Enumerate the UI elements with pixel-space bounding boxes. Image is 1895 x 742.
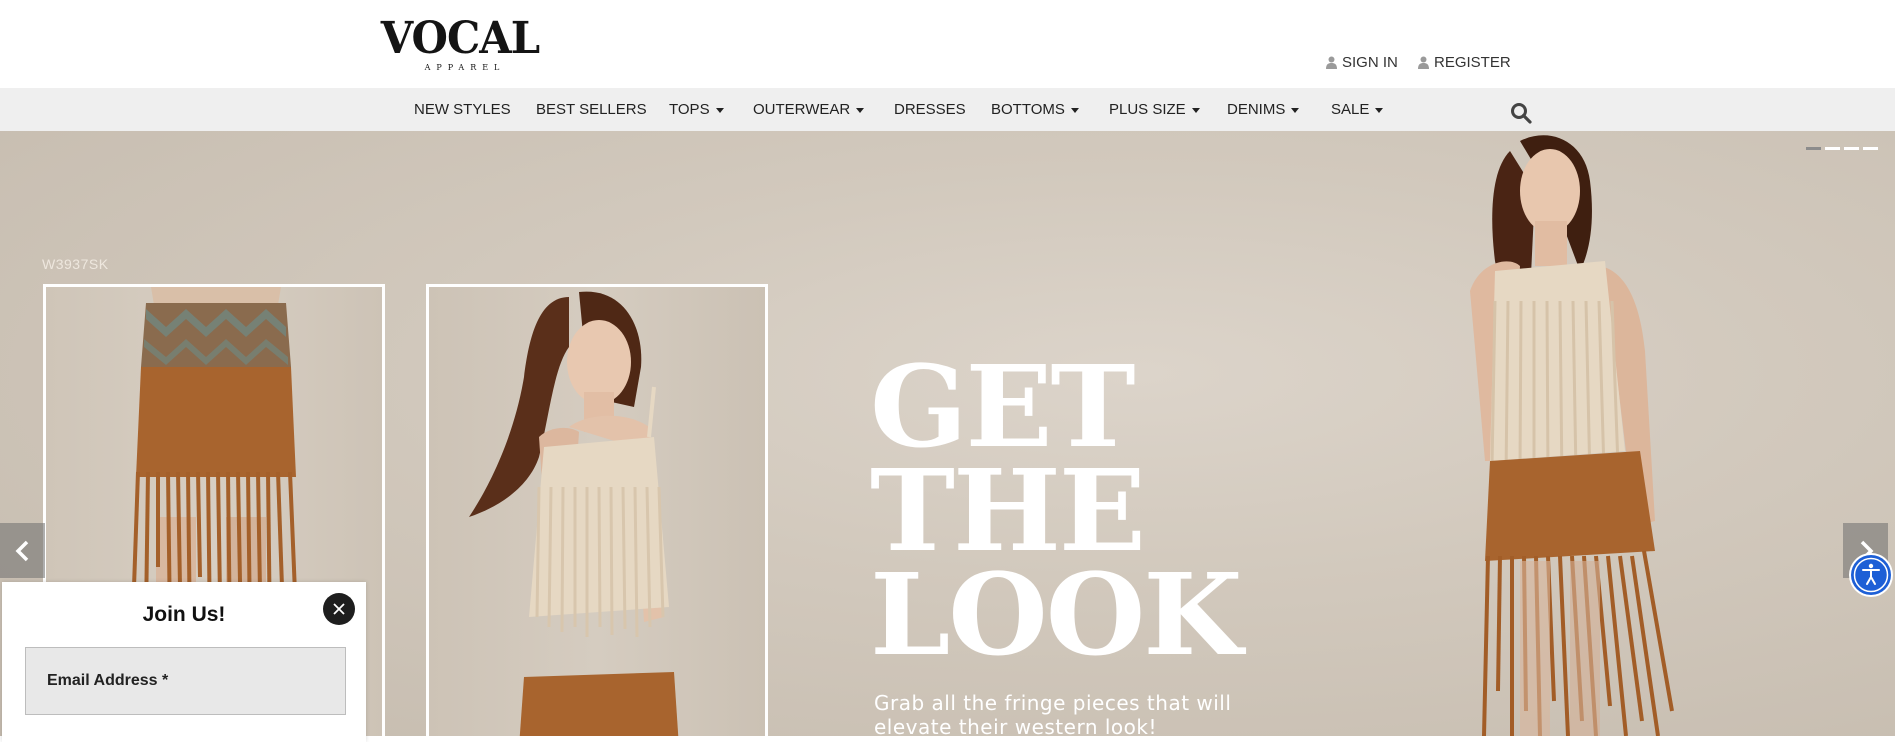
popup-title: Join Us!: [142, 603, 226, 626]
close-icon: [333, 603, 345, 615]
product-sku: W3937SK: [42, 256, 109, 272]
main-nav: NEW STYLES BEST SELLERS TOPS OUTERWEAR D…: [0, 88, 1895, 131]
hero-headline: GET THE LOOK: [870, 342, 1243, 681]
caret-down-icon: [1191, 107, 1200, 113]
logo-wordmark: VOCAL: [380, 13, 540, 64]
caret-down-icon: [1375, 107, 1384, 113]
accessibility-icon: [1851, 555, 1891, 595]
nav-item-label: DRESSES: [894, 101, 966, 118]
email-field[interactable]: Email Address *: [25, 647, 346, 715]
nav-item-outerwear[interactable]: OUTERWEAR: [753, 88, 865, 131]
nav-item-new-styles[interactable]: NEW STYLES: [414, 88, 511, 131]
accessibility-button[interactable]: [1849, 553, 1893, 597]
slide-dot[interactable]: [1825, 147, 1840, 150]
nav-item-label: BEST SELLERS: [536, 101, 647, 118]
register-label: REGISTER: [1434, 53, 1511, 71]
search-icon[interactable]: [1510, 102, 1532, 124]
logo-tagline: APPAREL: [424, 63, 506, 72]
chevron-left-icon: [15, 540, 28, 561]
slide-dot[interactable]: [1806, 147, 1821, 150]
nav-item-tops[interactable]: TOPS: [669, 88, 724, 131]
nav-item-label: PLUS SIZE: [1109, 101, 1186, 118]
nav-item-label: NEW STYLES: [414, 101, 511, 118]
fringe-top-model-illustration: [469, 291, 679, 736]
popup-close-button[interactable]: [323, 593, 355, 625]
nav-item-label: TOPS: [669, 101, 710, 118]
newsletter-popup: Join Us! Email Address *: [2, 582, 366, 742]
product-image-top[interactable]: [426, 284, 768, 736]
caret-down-icon: [856, 107, 865, 113]
register-link[interactable]: REGISTER: [1418, 53, 1511, 71]
nav-item-best-sellers[interactable]: BEST SELLERS: [536, 88, 647, 131]
sign-in-link[interactable]: SIGN IN: [1326, 53, 1398, 71]
nav-item-label: SALE: [1331, 101, 1370, 118]
headline-line: LOOK: [870, 550, 1243, 681]
caret-down-icon: [1070, 107, 1079, 113]
caret-down-icon: [715, 107, 724, 113]
slide-indicators: [1806, 147, 1878, 150]
nav-item-label: DENIMS: [1227, 101, 1286, 118]
brand-logo[interactable]: VOCAL APPAREL: [375, 14, 545, 76]
model-illustration: [1470, 135, 1674, 736]
email-field-placeholder: Email Address *: [47, 672, 169, 689]
person-icon: [1326, 56, 1337, 69]
slide-dot[interactable]: [1863, 147, 1878, 150]
headline-line: THE: [870, 446, 1146, 577]
sign-in-label: SIGN IN: [1342, 53, 1398, 71]
caret-down-icon: [1291, 107, 1300, 113]
carousel-prev-button[interactable]: [0, 523, 45, 578]
person-icon: [1418, 56, 1429, 69]
nav-item-label: OUTERWEAR: [753, 101, 851, 118]
nav-item-dresses[interactable]: DRESSES: [894, 88, 966, 131]
nav-item-sale[interactable]: SALE: [1331, 88, 1384, 131]
slide-dot[interactable]: [1844, 147, 1859, 150]
nav-item-label: BOTTOMS: [991, 101, 1065, 118]
nav-item-plus-size[interactable]: PLUS SIZE: [1109, 88, 1200, 131]
nav-item-bottoms[interactable]: BOTTOMS: [991, 88, 1079, 131]
site-header: VOCAL APPAREL SIGN IN REGISTER: [0, 0, 1895, 88]
nav-item-denims[interactable]: DENIMS: [1227, 88, 1300, 131]
hero-subtext: Grab all the fringe pieces that will ele…: [874, 691, 1232, 736]
headline-line: GET: [870, 342, 1136, 473]
